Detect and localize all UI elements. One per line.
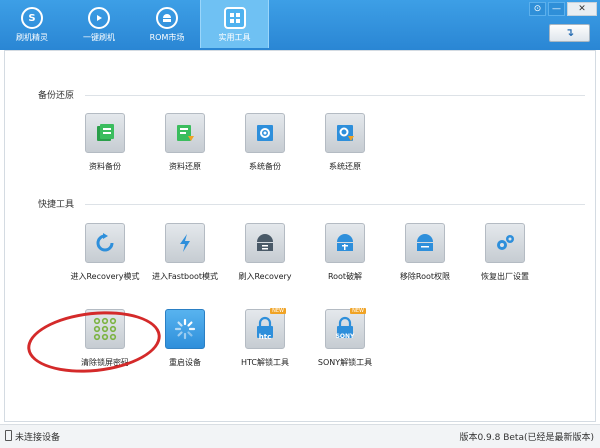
title-bar: S 刷机精灵 一键刷机 ROM市场 实用工具 ⊙ — ✕ ↴ <box>0 0 600 50</box>
sony-brand-label: SONY <box>335 333 355 340</box>
htc-lock-icon: NEW htc <box>245 308 286 349</box>
tool-label: HTC解锁工具 <box>240 358 290 367</box>
tool-label: 进入Fastboot模式 <box>151 272 219 281</box>
nav-label: 刷机精灵 <box>16 33 48 42</box>
refresh-arrow-icon <box>85 223 125 263</box>
tool-flash-recovery[interactable]: 刷入Recovery <box>223 223 307 282</box>
system-backup-icon <box>245 113 285 153</box>
refresh-icon: ↴ <box>564 26 575 39</box>
new-badge: NEW <box>270 308 286 314</box>
android-unroot-icon <box>405 223 445 263</box>
gears-icon <box>485 223 525 263</box>
tool-remove-root[interactable]: 移除Root权限 <box>383 223 467 282</box>
android-root-icon <box>325 223 365 263</box>
phone-icon <box>5 430 12 441</box>
system-restore-icon <box>325 113 365 153</box>
nav-utility-tools[interactable]: 实用工具 <box>200 0 269 48</box>
section-title-quick: 快捷工具 <box>38 200 75 210</box>
tool-label: 移除Root权限 <box>399 272 451 281</box>
tool-system-backup[interactable]: 系统备份 <box>223 113 307 172</box>
tool-label: Root破解 <box>327 272 363 281</box>
minimize-icon[interactable]: — <box>548 2 565 16</box>
section-title-backup: 备份还原 <box>38 91 75 101</box>
new-badge: NEW <box>350 308 366 314</box>
tool-label: 刷入Recovery <box>238 272 292 281</box>
tool-enter-recovery[interactable]: 进入Recovery模式 <box>63 223 147 282</box>
nav-shuaji-jingling[interactable]: S 刷机精灵 <box>8 0 56 48</box>
reboot-spinner-icon <box>165 309 205 349</box>
connection-status: 未连接设备 <box>5 430 60 443</box>
connection-label: 未连接设备 <box>15 433 61 443</box>
play-icon <box>88 7 110 29</box>
tool-enter-fastboot[interactable]: 进入Fastboot模式 <box>143 223 227 282</box>
htc-brand-label: htc <box>258 333 272 341</box>
logo-s-icon: S <box>21 7 43 29</box>
tool-factory-reset[interactable]: 恢复出厂设置 <box>463 223 547 282</box>
tool-label: 系统备份 <box>249 162 281 171</box>
tool-label: 资料备份 <box>89 162 121 171</box>
nav-label: 一键刷机 <box>83 33 115 42</box>
grid-tools-icon <box>223 7 246 29</box>
tool-label: 资料还原 <box>169 162 201 171</box>
tool-label: 重启设备 <box>169 358 201 367</box>
nav-label: 实用工具 <box>218 33 251 42</box>
nav-rom-market[interactable]: ROM市场 <box>143 0 191 48</box>
tool-system-restore[interactable]: 系统还原 <box>303 113 387 172</box>
contacts-restore-icon <box>165 113 205 153</box>
sony-lock-icon: NEW SONY <box>325 308 366 349</box>
contacts-backup-icon <box>85 113 125 153</box>
status-bar: 未连接设备 版本0.9.8 Beta(已经是最新版本) <box>0 424 600 448</box>
tool-sony-unlock[interactable]: NEW SONY SONY解锁工具 <box>303 308 387 368</box>
version-label: 版本0.9.8 Beta(已经是最新版本) <box>459 433 594 443</box>
nav-one-click-flash[interactable]: 一键刷机 <box>75 0 123 48</box>
tool-label: 系统还原 <box>329 162 361 171</box>
tool-root-crack[interactable]: Root破解 <box>303 223 387 282</box>
tool-contacts-backup[interactable]: 资料备份 <box>63 113 147 172</box>
tool-htc-unlock[interactable]: NEW htc HTC解锁工具 <box>223 308 307 368</box>
tool-label: 进入Recovery模式 <box>70 272 140 281</box>
nav-label: ROM市场 <box>149 33 185 42</box>
tool-contacts-restore[interactable]: 资料还原 <box>143 113 227 172</box>
lightning-icon <box>165 223 205 263</box>
tool-label: 恢复出厂设置 <box>481 272 529 281</box>
refresh-button[interactable]: ↴ <box>549 24 590 42</box>
tool-label: SONY解锁工具 <box>317 358 373 367</box>
android-icon <box>156 7 178 29</box>
pin-icon[interactable]: ⊙ <box>529 2 546 16</box>
android-flash-icon <box>245 223 285 263</box>
section-divider <box>85 204 585 205</box>
close-icon[interactable]: ✕ <box>567 2 597 16</box>
section-divider <box>85 95 585 96</box>
